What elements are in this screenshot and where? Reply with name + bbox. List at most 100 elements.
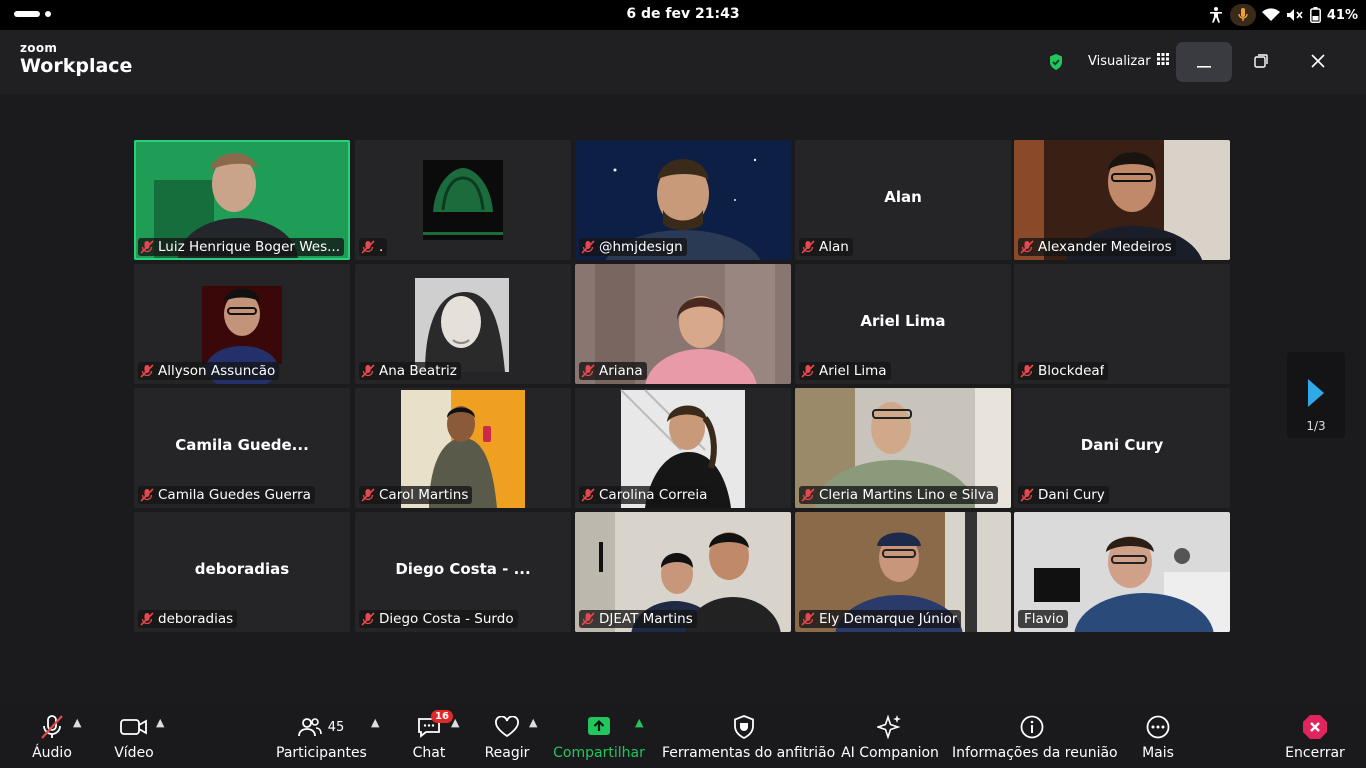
close-window-button[interactable] — [1303, 47, 1333, 77]
more-button[interactable]: Mais — [1132, 704, 1184, 768]
video-button[interactable]: Vídeo — [104, 704, 164, 768]
participant-name: Cleria Martins Lino e Silva — [819, 487, 995, 503]
participant-tile[interactable]: Carolina Correia — [575, 388, 791, 508]
participant-name-label: Alexander Medeiros — [1018, 238, 1176, 256]
participant-name: deboradias — [158, 611, 234, 627]
volume-muted-icon — [1286, 8, 1304, 22]
chat-button[interactable]: 16 Chat — [404, 704, 454, 768]
ai-companion-button[interactable]: AI Companion — [840, 704, 940, 768]
sparkle-icon — [840, 714, 940, 740]
participants-count: 45 — [327, 719, 345, 735]
participant-avatar-image — [423, 160, 503, 240]
mic-in-use-icon[interactable] — [1229, 4, 1256, 26]
participant-tile[interactable]: Ariel Lima Ariel Lima — [795, 264, 1011, 384]
chat-options-chevron-up-icon[interactable]: ▲ — [451, 716, 459, 729]
audio-button[interactable]: Áudio — [22, 704, 82, 768]
participant-tile[interactable]: Ely Demarque Júnior — [795, 512, 1011, 632]
audio-options-chevron-up-icon[interactable]: ▲ — [73, 716, 81, 729]
participant-name: Flavio — [1024, 611, 1064, 627]
participant-center-name: Dani Cury — [1080, 436, 1164, 454]
participant-name-label: Camila Guedes Guerra — [138, 486, 315, 504]
microphone-muted-icon — [801, 240, 815, 254]
microphone-muted-icon — [1020, 488, 1034, 502]
participant-tile[interactable]: Ariana — [575, 264, 791, 384]
minimize-button[interactable] — [1176, 42, 1232, 82]
video-label: Vídeo — [114, 745, 154, 761]
participant-tile[interactable]: DJEAT Martins — [575, 512, 791, 632]
share-label: Compartilhar — [553, 745, 645, 761]
participants-label: Participantes — [276, 745, 367, 761]
participant-tile[interactable]: deboradias deboradias — [134, 512, 350, 632]
close-icon — [1311, 53, 1325, 72]
end-meeting-button[interactable]: Encerrar — [1284, 704, 1346, 768]
microphone-muted-icon — [140, 612, 154, 626]
microphone-muted-icon — [801, 612, 815, 626]
participant-name-label: Luiz Henrique Boger Wes... — [138, 238, 345, 256]
participant-name-label: Blockdeaf — [1018, 362, 1109, 380]
participant-tile[interactable]: Allyson Assuncão — [134, 264, 350, 384]
chat-unread-badge: 16 — [431, 710, 453, 723]
participant-tile[interactable]: Flavio — [1014, 512, 1230, 632]
next-page-button[interactable]: 1/3 — [1287, 352, 1345, 438]
participant-tile[interactable]: Alexander Medeiros — [1014, 140, 1230, 260]
page-indicator: 1/3 — [1306, 419, 1326, 433]
participant-tile[interactable]: Blockdeaf — [1014, 264, 1230, 384]
minimize-icon — [1197, 53, 1211, 72]
participant-name: Camila Guedes Guerra — [158, 487, 311, 503]
chat-label: Chat — [412, 745, 446, 761]
participant-name-label: Ely Demarque Júnior — [799, 610, 962, 628]
participant-tile[interactable]: . — [355, 140, 571, 260]
host-tools-button[interactable]: Ferramentas do anfitrião — [662, 704, 835, 768]
share-screen-button[interactable]: Compartilhar — [552, 704, 646, 768]
participants-button[interactable]: 45 Participantes — [276, 704, 367, 768]
microphone-muted-icon — [581, 240, 595, 254]
participant-center-name: Alan — [884, 188, 922, 206]
participant-tile[interactable]: Carol Martins — [355, 388, 571, 508]
participant-name: Ariana — [599, 363, 643, 379]
end-label: Encerrar — [1285, 745, 1345, 761]
view-button[interactable]: Visualizar — [1088, 53, 1169, 69]
microphone-muted-icon — [361, 488, 375, 502]
system-tray[interactable]: 41% — [1208, 3, 1358, 27]
participant-name-label: Carol Martins — [359, 486, 473, 504]
react-options-chevron-up-icon[interactable]: ▲ — [529, 716, 537, 729]
participant-name-label: Dani Cury — [1018, 486, 1109, 504]
share-options-chevron-up-icon[interactable]: ▲ — [635, 716, 643, 729]
end-call-icon — [1284, 714, 1346, 740]
participants-options-chevron-up-icon[interactable]: ▲ — [371, 716, 379, 729]
participant-name: Blockdeaf — [1038, 363, 1105, 379]
participant-name-label: Diego Costa - Surdo — [359, 610, 518, 628]
participant-center-name: Ariel Lima — [860, 312, 946, 330]
participant-tile[interactable]: Ana Beatriz — [355, 264, 571, 384]
participant-name: Allyson Assuncão — [158, 363, 276, 379]
participant-tile[interactable]: @hmjdesign — [575, 140, 791, 260]
microphone-muted-icon — [1020, 240, 1034, 254]
microphone-muted-icon — [801, 364, 815, 378]
participant-name: Luiz Henrique Boger Wes... — [158, 239, 341, 255]
participant-name-label: . — [359, 238, 388, 256]
participant-name: DJEAT Martins — [599, 611, 693, 627]
microphone-muted-icon — [581, 488, 595, 502]
meeting-info-button[interactable]: Informações da reunião — [952, 704, 1118, 768]
participant-name: Dani Cury — [1038, 487, 1105, 503]
participant-center-name: Diego Costa - ... — [395, 560, 531, 578]
participant-name-label: Ariel Lima — [799, 362, 891, 380]
restore-button[interactable] — [1246, 47, 1276, 77]
view-label: Visualizar — [1088, 53, 1151, 69]
react-label: Reagir — [484, 745, 530, 761]
react-button[interactable]: Reagir — [480, 704, 534, 768]
video-options-chevron-up-icon[interactable]: ▲ — [156, 716, 164, 729]
participant-center-name: deboradias — [194, 560, 290, 578]
participant-tile[interactable]: Luiz Henrique Boger Wes... — [134, 140, 350, 260]
meeting-toolbar: Áudio ▲ Vídeo ▲ 45 Participantes ▲ 16 Ch… — [0, 704, 1366, 768]
participant-tile[interactable]: Alan Alan — [795, 140, 1011, 260]
participant-tile[interactable]: Diego Costa - ... Diego Costa - Surdo — [355, 512, 571, 632]
video-gallery: Luiz Henrique Boger Wes... . @hmjdesign — [0, 94, 1366, 704]
microphone-muted-icon — [140, 364, 154, 378]
participant-tile[interactable]: Dani Cury Dani Cury — [1014, 388, 1230, 508]
encryption-shield-icon[interactable] — [1048, 53, 1064, 75]
participant-tile[interactable]: Cleria Martins Lino e Silva — [795, 388, 1011, 508]
participant-tile[interactable]: Camila Guede... Camila Guedes Guerra — [134, 388, 350, 508]
clock[interactable]: 6 de fev 21:43 — [0, 6, 1366, 22]
accessibility-icon[interactable] — [1208, 6, 1224, 24]
